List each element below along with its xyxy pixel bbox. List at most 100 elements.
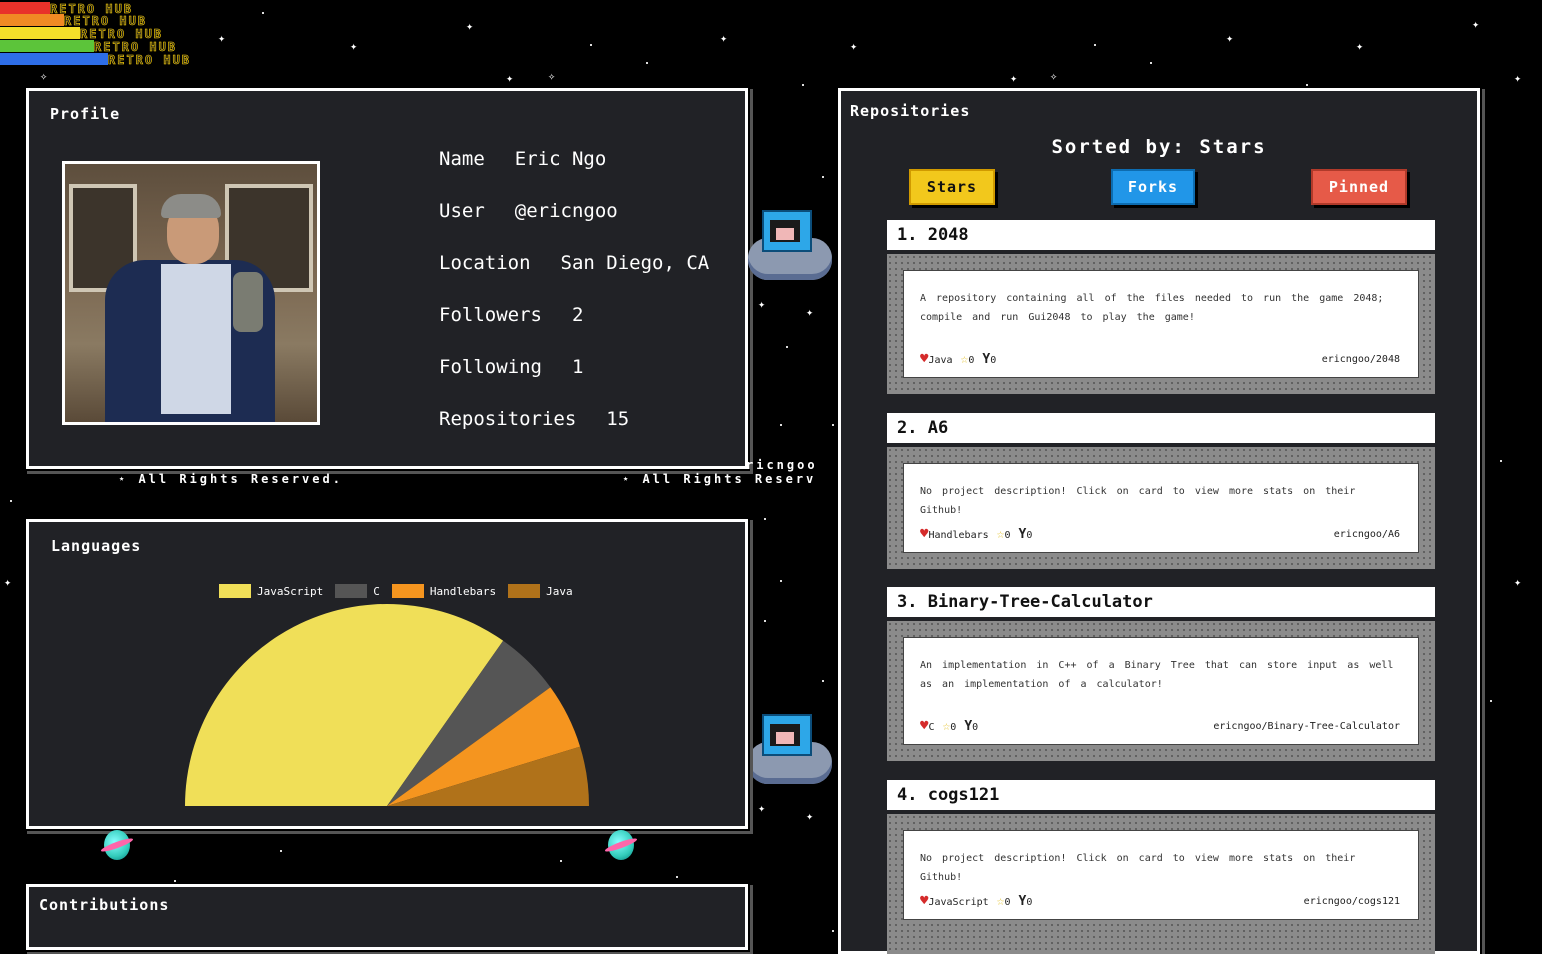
star-icon: ✦ <box>350 39 358 53</box>
logo-text: RETRO HUB <box>80 27 164 42</box>
star-icon: ✧ <box>40 69 48 83</box>
retro-hub-logo[interactable]: RETRO HUB RETRO HUB RETRO HUB RETRO HUB … <box>0 0 230 70</box>
profile-following-row: Following 1 <box>439 356 583 378</box>
profile-name-label: Name <box>439 148 485 170</box>
languages-pie-chart <box>185 604 589 806</box>
repo-language: C <box>928 722 935 733</box>
star-icon: ✦ <box>720 31 728 45</box>
profile-followers-value: 2 <box>571 304 584 326</box>
sort-stars-button[interactable]: Stars <box>909 169 995 205</box>
repo-title[interactable]: 4. cogs121 <box>887 780 1435 810</box>
repo-language: Handlebars <box>928 530 989 541</box>
star-icon: ✧ <box>548 69 556 83</box>
repo-forks: 0 <box>1026 529 1033 541</box>
star-icon: ✦ <box>1472 17 1480 31</box>
profile-avatar[interactable] <box>62 161 320 425</box>
repo-stars: 0 <box>1004 529 1011 541</box>
repo-forks: 0 <box>1026 896 1033 908</box>
logo-text: RETRO HUB <box>64 14 148 29</box>
logo-text: RETRO HUB <box>94 40 178 55</box>
profile-repositories-value: 15 <box>606 408 630 430</box>
repo-card[interactable]: No project description! Click on card to… <box>903 830 1419 920</box>
repo-stars: 0 <box>1004 896 1011 908</box>
repo-card-frame: A repository containing all of the files… <box>887 254 1435 394</box>
repo-description: An implementation in C++ of a Binary Tre… <box>920 660 1394 690</box>
repo-card-frame: An implementation in C++ of a Binary Tre… <box>887 621 1435 761</box>
profile-location-label: Location <box>439 252 531 274</box>
repo-stats: ♥Handlebars ☆0 Y0 <box>920 526 1032 542</box>
repo-language: JavaScript <box>928 897 989 908</box>
repo-card[interactable]: A repository containing all of the files… <box>903 270 1419 378</box>
repo-forks: 0 <box>990 354 997 366</box>
profile-location-value: San Diego, CA <box>560 252 710 274</box>
repo-card-frame: No project description! Click on card to… <box>887 447 1435 569</box>
star-icon: ✦ <box>1514 71 1522 85</box>
repo-card[interactable]: No project description! Click on card to… <box>903 463 1419 553</box>
footer-rights-left: ⋆ All Rights Reserved. <box>118 472 343 486</box>
star-icon: ✦ <box>1514 575 1522 589</box>
repositories-panel: Repositories Sorted by: Stars Stars Fork… <box>838 88 1480 954</box>
sorted-by-label: Sorted by: Stars <box>1051 136 1267 158</box>
star-icon: ✦ <box>1226 31 1234 45</box>
nyan-cat-sprite <box>748 210 834 286</box>
profile-panel: Profile Name Eric Ngo User @ericngoo Locat… <box>26 88 748 469</box>
repo-description: No project description! Click on card to… <box>920 486 1356 516</box>
star-icon: ⋆ <box>622 472 643 486</box>
star-icon: ✦ <box>806 305 814 319</box>
repo-forks: 0 <box>972 721 979 733</box>
star-icon: ⋆ <box>118 472 139 486</box>
star-icon: ✦ <box>506 71 514 85</box>
footer-user-tag: ricngoo <box>746 458 818 472</box>
repo-title[interactable]: 3. Binary-Tree-Calculator <box>887 587 1435 617</box>
star-icon: ✦ <box>466 19 474 33</box>
profile-repositories-label: Repositories <box>439 408 577 430</box>
star-icon: ✧ <box>1050 69 1058 83</box>
profile-location-row: Location San Diego, CA <box>439 252 709 274</box>
repo-stats: ♥Java ☆0 Y0 <box>920 351 996 367</box>
sort-pinned-button[interactable]: Pinned <box>1311 169 1407 205</box>
logo-text: RETRO HUB <box>108 53 192 68</box>
nyan-cat-sprite <box>748 714 834 790</box>
repo-path: ericngoo/2048 <box>1321 354 1400 365</box>
star-icon: ✦ <box>1010 71 1018 85</box>
repo-description: A repository containing all of the files… <box>920 293 1384 323</box>
repo-path: ericngoo/Binary-Tree-Calculator <box>1213 721 1400 732</box>
star-icon: ✦ <box>806 809 814 823</box>
repositories-title: Repositories <box>850 102 971 120</box>
profile-following-label: Following <box>439 356 542 378</box>
star-icon: ✦ <box>758 801 766 815</box>
profile-repositories-row: Repositories 15 <box>439 408 629 430</box>
profile-user-row: User @ericngoo <box>439 200 618 222</box>
repo-stars: 0 <box>950 721 957 733</box>
repo-title[interactable]: 2. A6 <box>887 413 1435 443</box>
planet-icon <box>608 830 634 860</box>
profile-followers-row: Followers 2 <box>439 304 583 326</box>
profile-name-value: Eric Ngo <box>514 148 607 170</box>
star-icon: ✦ <box>850 39 858 53</box>
contributions-title: Contributions <box>39 896 170 914</box>
repo-path: ericngoo/A6 <box>1333 529 1400 540</box>
star-icon: ✦ <box>4 575 12 589</box>
repo-path: ericngoo/cogs121 <box>1303 896 1400 907</box>
repo-description: No project description! Click on card to… <box>920 853 1356 883</box>
profile-user-label: User <box>439 200 485 222</box>
footer-rights-right: ⋆ All Rights Reserv <box>622 472 817 486</box>
fork-icon: Y <box>964 718 973 734</box>
languages-panel: Languages JavaScript C Handlebars Java <box>26 519 748 829</box>
profile-title: Profile <box>50 105 121 123</box>
sort-forks-button[interactable]: Forks <box>1111 169 1195 205</box>
profile-user-value: @ericngoo <box>514 200 618 222</box>
repo-stats: ♥C ☆0 Y0 <box>920 718 978 734</box>
profile-followers-label: Followers <box>439 304 542 326</box>
profile-following-value: 1 <box>571 356 584 378</box>
star-icon: ✦ <box>758 297 766 311</box>
planet-icon <box>104 830 130 860</box>
contributions-panel: Contributions <box>26 884 748 950</box>
star-icon: ✦ <box>1356 39 1364 53</box>
repo-card[interactable]: An implementation in C++ of a Binary Tre… <box>903 637 1419 745</box>
repo-stats: ♥JavaScript ☆0 Y0 <box>920 893 1032 909</box>
repo-title[interactable]: 1. 2048 <box>887 220 1435 250</box>
repo-language: Java <box>928 355 953 366</box>
profile-name-row: Name Eric Ngo <box>439 148 606 170</box>
repo-card-frame: No project description! Click on card to… <box>887 814 1435 954</box>
